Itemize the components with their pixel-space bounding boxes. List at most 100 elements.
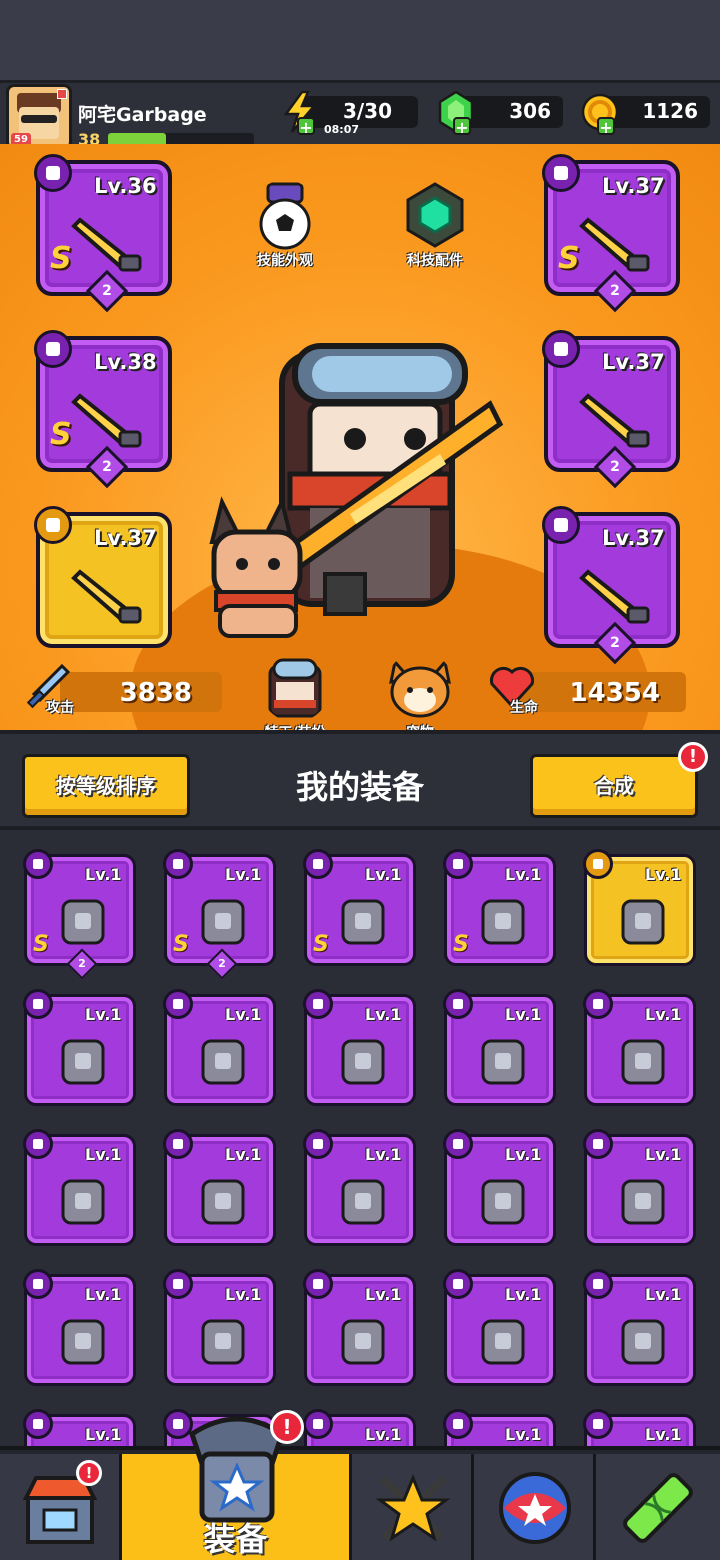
inventory-item[interactable]: Lv.1 <box>303 1409 416 1446</box>
item-level: Lv.1 <box>645 1005 682 1024</box>
equipped-slot-boots[interactable]: Lv.37 2 <box>542 506 680 665</box>
player-avatar[interactable]: 59 <box>6 84 72 150</box>
item-level: Lv.1 <box>225 1145 262 1164</box>
item-type-icon <box>303 849 333 879</box>
kunai-icon <box>201 1039 245 1085</box>
soccer-ball-icon <box>259 182 311 250</box>
item-level: Lv.1 <box>505 1145 542 1164</box>
inventory-item[interactable]: Lv.1 <box>443 1129 556 1246</box>
pet-button[interactable]: 宠物 <box>365 652 475 730</box>
slot-star-count: 2 <box>102 283 112 299</box>
item-level: Lv.1 <box>505 1005 542 1024</box>
shop-alert-badge: ! <box>76 1460 102 1486</box>
tech-parts-label: 科技配件 <box>407 253 463 269</box>
nav-tab-lab[interactable] <box>596 1454 720 1560</box>
gem-value: 306 <box>509 99 551 123</box>
skill-skin-button[interactable]: 技能外观 <box>230 180 340 270</box>
revolver-icon <box>481 1039 525 1085</box>
tech-parts-button[interactable]: 科技配件 <box>380 180 490 270</box>
item-rank: S <box>453 932 469 957</box>
inventory-item[interactable]: Lv.1 <box>583 1129 696 1246</box>
merge-button[interactable]: 合成 <box>530 754 698 818</box>
agent-outfit-button[interactable]: 特工/装扮 <box>240 652 350 730</box>
slot-type-icon <box>34 506 72 544</box>
slot-type-icon <box>34 330 72 368</box>
nav-tab-battle[interactable] <box>352 1454 474 1560</box>
add-coins-button[interactable]: + <box>597 117 615 137</box>
item-level: Lv.1 <box>225 1005 262 1024</box>
equipped-slot-belt[interactable]: Lv.37 2 <box>542 330 680 489</box>
item-level: Lv.1 <box>505 865 542 884</box>
nav-tab-shop[interactable]: ! <box>0 1454 122 1560</box>
dna-tube-icon <box>623 1473 693 1543</box>
stone-armor-icon <box>621 1179 665 1225</box>
inventory-item[interactable]: Lv.1 S 2 <box>163 849 276 980</box>
inventory-item[interactable]: Lv.1 <box>23 1409 136 1446</box>
item-star-badge: 2 <box>66 948 98 980</box>
equipped-slot-weapon[interactable]: Lv.36 S 2 <box>34 154 172 313</box>
inventory-item[interactable]: Lv.1 S 2 <box>23 849 136 980</box>
item-type-icon <box>303 1129 333 1159</box>
item-level: Lv.1 <box>645 1145 682 1164</box>
item-rank: S <box>173 932 189 957</box>
item-rank: S <box>33 932 49 957</box>
inventory-item[interactable]: Lv.1 S <box>303 849 416 966</box>
add-energy-button[interactable]: + <box>297 117 315 137</box>
stone-armor-icon <box>61 1319 105 1365</box>
item-type-icon <box>163 989 193 1019</box>
dark-armor-icon <box>341 899 385 945</box>
steel-armor-icon <box>341 1179 385 1225</box>
inventory-item[interactable]: Lv.1 <box>443 989 556 1106</box>
item-type-icon <box>443 1129 473 1159</box>
equipped-slot-necklace[interactable]: Lv.38 S 2 <box>34 330 172 489</box>
inventory-item[interactable]: Lv.1 <box>583 1269 696 1386</box>
add-gems-button[interactable]: + <box>453 117 471 137</box>
inventory-item[interactable]: Lv.1 <box>583 1409 696 1446</box>
item-level: Lv.1 <box>645 865 682 884</box>
inventory-item[interactable]: Lv.1 S <box>443 849 556 966</box>
inventory-item[interactable]: Lv.1 <box>583 989 696 1106</box>
slot-type-icon <box>542 506 580 544</box>
claw-boot-icon <box>579 569 650 624</box>
inventory-item[interactable]: Lv.1 <box>163 989 276 1106</box>
mech-glove-icon <box>621 899 665 945</box>
pet-dog[interactable] <box>192 492 332 642</box>
avatar-notify-dot <box>57 89 67 99</box>
item-level: Lv.1 <box>365 1005 402 1024</box>
item-star-badge: 2 <box>206 948 238 980</box>
nav-tab-world[interactable] <box>474 1454 596 1560</box>
item-rank: S <box>313 932 329 957</box>
inventory-item[interactable]: Lv.1 <box>23 1129 136 1246</box>
slot-star-count: 2 <box>610 635 620 651</box>
inventory-item[interactable]: Lv.1 <box>23 1269 136 1386</box>
equipment-header: 按等级排序 我的装备 合成 ! <box>0 730 720 830</box>
attack-value: 3838 <box>119 678 192 708</box>
inventory-item[interactable]: Lv.1 <box>23 989 136 1106</box>
slot-level: Lv.36 <box>94 174 157 198</box>
inventory-item[interactable]: Lv.1 <box>163 1269 276 1386</box>
inventory-item[interactable]: Lv.1 <box>303 1129 416 1246</box>
inventory-item[interactable]: Lv.1 <box>443 1269 556 1386</box>
inventory-item[interactable]: Lv.1 <box>163 1129 276 1246</box>
item-type-icon <box>443 989 473 1019</box>
sort-by-level-button[interactable]: 按等级排序 <box>22 754 190 818</box>
item-level: Lv.1 <box>85 865 122 884</box>
nav-tab-equipment[interactable]: 装备 ! <box>122 1410 352 1560</box>
equipped-slot-armor[interactable]: Lv.37 S 2 <box>542 154 680 313</box>
inventory-item[interactable]: Lv.1 <box>443 1409 556 1446</box>
hp-stat: 14354 <box>520 672 686 712</box>
inventory-item[interactable]: Lv.1 <box>303 989 416 1106</box>
agent-face-icon <box>268 658 322 718</box>
equipment-alert-badge: ! <box>270 1410 304 1444</box>
slot-rank: S <box>50 241 72 276</box>
belt-icon <box>579 393 650 448</box>
inventory-item[interactable]: Lv.1 <box>303 1269 416 1386</box>
status-strip <box>0 0 720 80</box>
inventory-grid: Lv.1 S 2 Lv.1 S 2 Lv.1 S Lv.1 S Lv.1 Lv.1 Lv.1 Lv.1 Lv… <box>0 834 720 1446</box>
item-level: Lv.1 <box>645 1425 682 1444</box>
inventory-item[interactable]: Lv.1 <box>583 849 696 966</box>
slot-type-icon <box>542 330 580 368</box>
hp-label: 生命 <box>510 700 538 716</box>
equipped-slot-gloves[interactable]: Lv.37 <box>34 506 172 648</box>
item-type-icon <box>23 1409 53 1439</box>
